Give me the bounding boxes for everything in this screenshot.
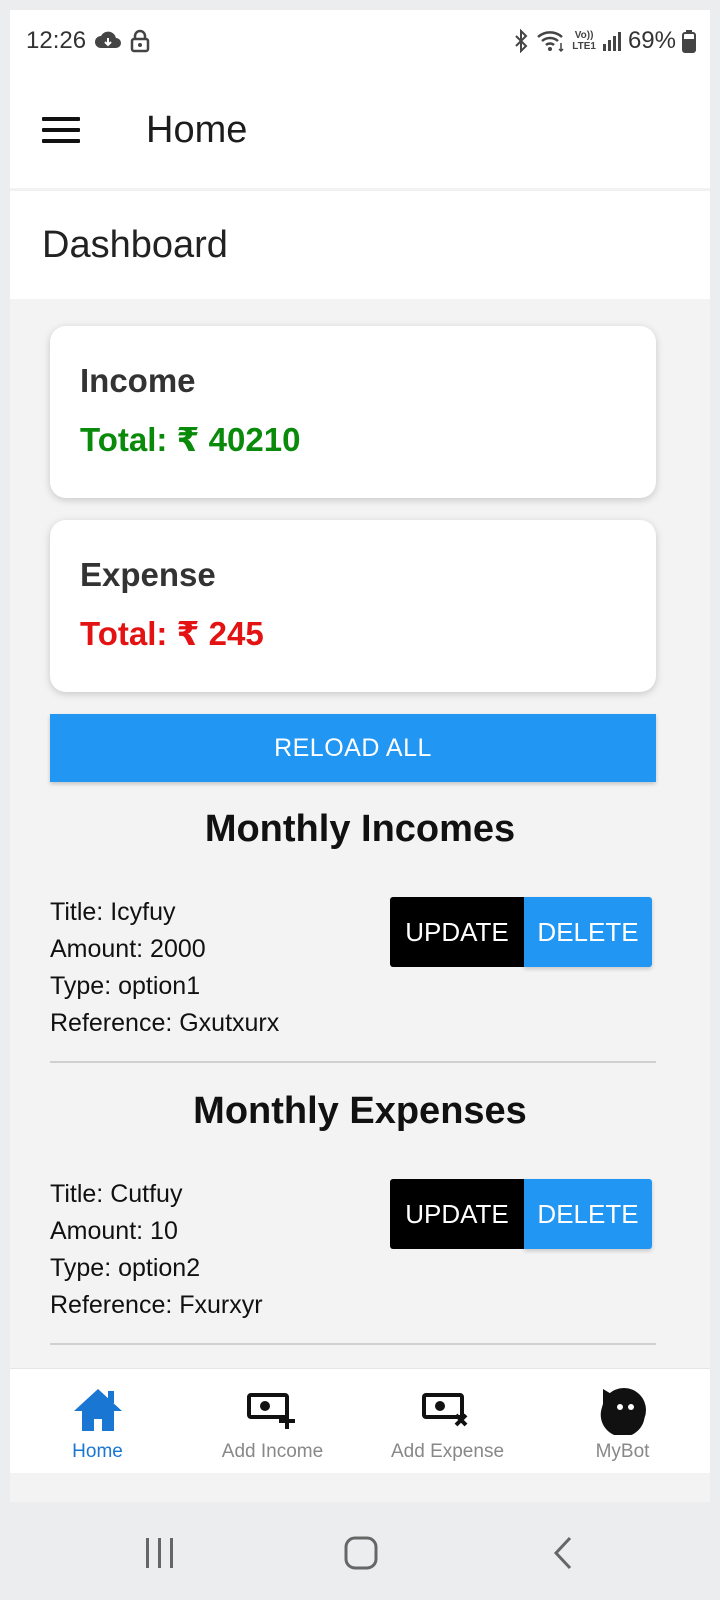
back-icon[interactable] [552,1536,574,1575]
income-card: Income Total: ₹ 40210 [50,326,656,498]
status-bar: 12:26 Vo)) LTE1 69% [10,10,710,72]
volte-line-2: LTE1 [572,41,596,52]
expense-update-button[interactable]: UPDATE [390,1179,524,1249]
battery-icon [682,29,696,53]
expense-card: Expense Total: ₹ 245 [50,520,656,692]
income-total: Total: ₹ 40210 [80,421,301,458]
dashboard-title: Dashboard [42,223,228,266]
add-money-icon [246,1381,299,1437]
expense-entry-actions: UPDATE DELETE [390,1179,652,1249]
remove-money-icon [421,1381,474,1437]
nav-item-home[interactable]: Home [10,1369,185,1473]
income-label: Income [80,362,196,399]
expense-entry: Title: Cutfuy Amount: 10 Type: option2 R… [50,1176,656,1324]
income-update-button[interactable]: UPDATE [390,897,524,967]
lock-icon [130,29,150,53]
monthly-incomes-title: Monthly Incomes [204,808,516,850]
expense-entry-type: Type: option2 [50,1254,201,1282]
reload-all-button[interactable]: RELOAD ALL [50,714,656,782]
income-entry-actions: UPDATE DELETE [390,897,652,967]
income-entry: Title: Icyfuy Amount: 2000 Type: option1… [50,894,656,1042]
monthly-expenses-title: Monthly Expenses [193,1090,527,1132]
home-system-icon[interactable] [344,1536,378,1575]
battery-percent: 69% [627,27,676,54]
nav-item-add-income[interactable]: Add Income [185,1369,360,1473]
nav-label-mybot: MyBot [595,1441,650,1462]
income-delete-button[interactable]: DELETE [524,897,652,967]
expense-delete-button[interactable]: DELETE [524,1179,652,1249]
expense-divider [50,1343,656,1345]
bluetooth-icon [512,29,530,53]
nav-item-add-expense[interactable]: Add Expense [360,1369,535,1473]
system-navigation-bar [0,1502,720,1600]
wifi-icon [536,29,566,53]
home-icon [72,1381,124,1437]
income-divider [50,1061,656,1063]
volte-line-1: Vo)) [574,30,594,41]
volte-icon: Vo)) LTE1 [572,30,596,52]
income-entry-type: Type: option1 [50,972,201,1000]
bot-icon [597,1381,649,1437]
status-time: 12:26 [26,27,87,54]
nav-label-home: Home [72,1441,123,1462]
nav-label-add-expense: Add Expense [390,1441,505,1462]
recent-apps-icon[interactable] [144,1538,176,1573]
app-bar: Home [10,72,710,188]
expense-total: Total: ₹ 245 [80,615,264,652]
expense-entry-reference: Reference: Fxurxyr [50,1291,263,1319]
income-entry-reference: Reference: Gxutxurx [50,1009,280,1037]
app-frame: 12:26 Vo)) LTE1 69% Home Dashboard Incom… [10,10,710,1502]
cloud-icon [94,30,122,52]
menu-icon[interactable] [42,110,82,150]
nav-item-mybot[interactable]: MyBot [535,1369,710,1473]
signal-icon [602,30,622,52]
dashboard-header: Dashboard [10,190,710,299]
expense-label: Expense [80,556,216,593]
bottom-navigation: Home Add Income Add Expense MyBot [10,1368,710,1473]
nav-label-add-income: Add Income [221,1441,324,1462]
app-title: Home [146,108,248,151]
